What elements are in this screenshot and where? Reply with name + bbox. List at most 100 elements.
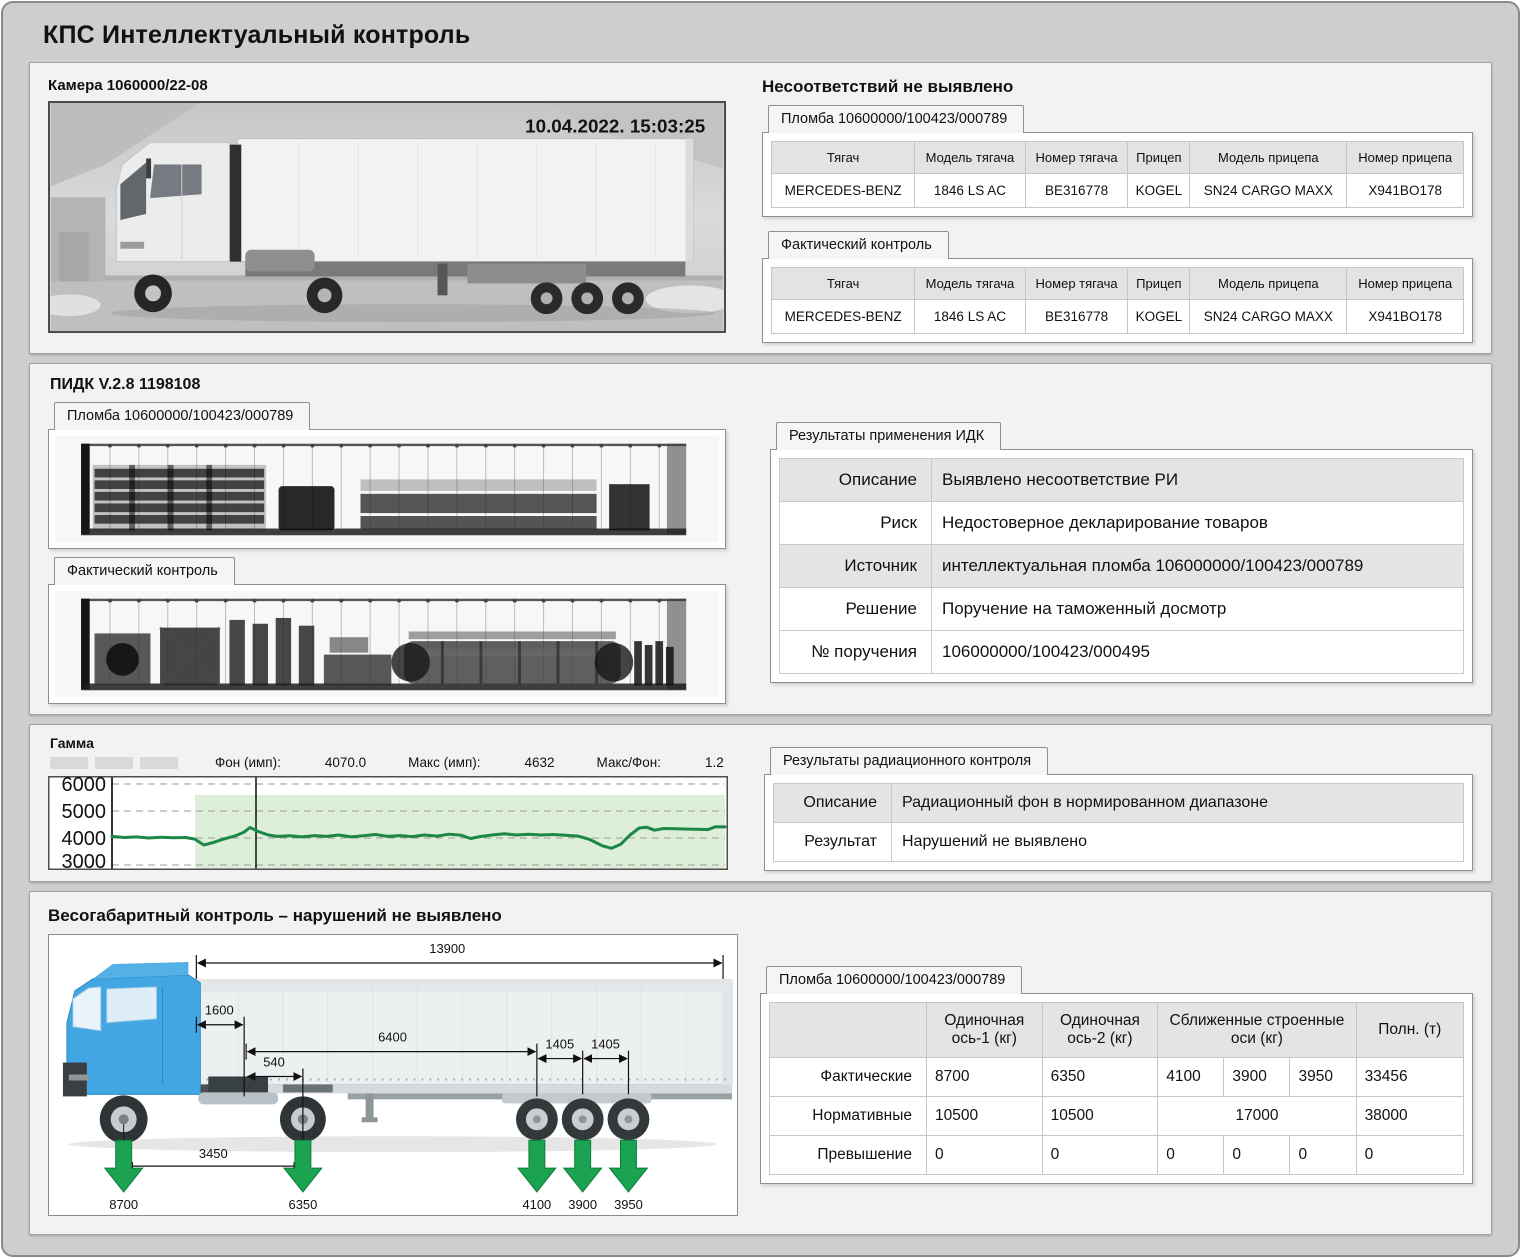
col-header: Номер тягача xyxy=(1025,142,1128,174)
table-row: Описание Радиационный фон в нормированно… xyxy=(774,784,1464,823)
photo-timestamp: 10.04.2022. 15:03:25 xyxy=(525,116,705,137)
tab-xray-fact[interactable]: Фактический контроль xyxy=(54,557,235,585)
row-label: Фактические xyxy=(770,1058,927,1097)
cell: MERCEDES-BENZ xyxy=(772,300,915,334)
cell: 3900 xyxy=(1224,1058,1290,1097)
cell: 6350 xyxy=(1042,1058,1158,1097)
col-header-blank xyxy=(770,1003,927,1058)
cell: SN24 CARGO MAXX xyxy=(1190,174,1347,208)
weight-heading: Весогабаритный контроль – нарушений не в… xyxy=(48,906,1473,926)
cell: 4100 xyxy=(1158,1058,1224,1097)
truck-diagram: 13900 1600 6400 540 1405 1405 3450 xyxy=(48,934,738,1216)
xray-section: Пломба 10600000/100423/000789 xyxy=(48,402,754,704)
cell: X941BO178 xyxy=(1347,300,1464,334)
fact-vehicle-table-box: Тягач Модель тягача Номер тягача Прицеп … xyxy=(762,258,1473,343)
table-row: Фактические 8700 6350 4100 3900 3950 334… xyxy=(770,1058,1464,1097)
legend-swatch xyxy=(95,757,133,769)
cell: 0 xyxy=(1224,1136,1290,1175)
tab-radiation-results[interactable]: Результаты радиационного контроля xyxy=(770,747,1048,775)
ground-shadow xyxy=(69,1136,716,1152)
radiation-results-table: Описание Радиационный фон в нормированно… xyxy=(773,783,1464,862)
col-header: Прицеп xyxy=(1128,142,1190,174)
cell: 0 xyxy=(1290,1136,1356,1175)
row-label: Результат xyxy=(774,823,892,862)
ytick-label: 4000 xyxy=(62,828,107,850)
row-label: Риск xyxy=(780,502,932,545)
ytick-label: 5000 xyxy=(62,801,107,823)
col-header: Тягач xyxy=(772,142,915,174)
col-header: Номер прицепа xyxy=(1347,142,1464,174)
row-value: Нарушений не выявлено xyxy=(892,823,1464,862)
legend-value: 4070.0 xyxy=(325,755,366,770)
row-label: Превышение xyxy=(770,1136,927,1175)
weight-results-section: Пломба 10600000/100423/000789 Одиночная … xyxy=(760,966,1473,1216)
gamma-chart: 6000 5000 4000 3000 xyxy=(48,776,728,870)
col-header: Модель прицепа xyxy=(1190,268,1347,300)
gamma-panel: Гамма Фон (имп): 4070.0 Макс (имп): 4632… xyxy=(29,724,1492,882)
col-header: Модель тягача xyxy=(915,142,1025,174)
cell: 10500 xyxy=(926,1097,1042,1136)
cell: 38000 xyxy=(1356,1097,1463,1136)
cell: 0 xyxy=(1356,1136,1463,1175)
xray-fact-tabbox: Фактический контроль xyxy=(48,557,754,704)
legend-value: 4632 xyxy=(525,755,555,770)
radiation-results-section: Результаты радиационного контроля Описан… xyxy=(764,747,1473,869)
seal-vehicle-tabbox: Пломба 10600000/100423/000789 Тягач Моде… xyxy=(762,105,1473,217)
table-row: Описание Выявлено несоответствие РИ xyxy=(780,459,1464,502)
col-header: Модель прицепа xyxy=(1190,142,1347,174)
table-row: Превышение 0 0 0 0 0 0 xyxy=(770,1136,1464,1175)
table-row: MERCEDES-BENZ 1846 LS AC BE316778 KOGEL … xyxy=(772,174,1464,208)
page-title: КПС Интеллектуальный контроль xyxy=(43,21,1492,50)
legend-label: Макс (имп): xyxy=(408,755,480,770)
dim-mid: 6400 xyxy=(378,1030,407,1045)
col-header: Номер прицепа xyxy=(1347,268,1464,300)
row-value: Поручение на таможенный досмотр xyxy=(932,588,1464,631)
load-label: 6350 xyxy=(289,1197,318,1212)
pidk-heading: ПИДК V.2.8 1198108 xyxy=(50,376,1473,394)
pidk-panel: ПИДК V.2.8 1198108 Пломба 10600000/10042… xyxy=(29,363,1492,715)
gamma-legend: Фон (имп): 4070.0 Макс (имп): 4632 Макс/… xyxy=(50,754,748,771)
cell: X941BO178 xyxy=(1347,174,1464,208)
col-header: Номер тягача xyxy=(1025,268,1128,300)
gamma-heading: Гамма xyxy=(50,735,748,751)
col-header: Полн. (т) xyxy=(1356,1003,1463,1058)
cell: 3950 xyxy=(1290,1058,1356,1097)
cell: 1846 LS AC xyxy=(915,300,1025,334)
fact-vehicle-table: Тягач Модель тягача Номер тягача Прицеп … xyxy=(771,267,1464,334)
legend-value: 1.2 xyxy=(705,755,724,770)
cell: 17000 xyxy=(1158,1097,1356,1136)
col-header: Модель тягача xyxy=(915,268,1025,300)
tab-seal[interactable]: Пломба 10600000/100423/000789 xyxy=(768,105,1024,133)
ytick-label: 3000 xyxy=(62,851,107,870)
row-value: 106000000/100423/000495 xyxy=(932,631,1464,674)
row-label: № поручения xyxy=(780,631,932,674)
cell: 33456 xyxy=(1356,1058,1463,1097)
cell: 1846 LS AC xyxy=(915,174,1025,208)
tab-weight-seal[interactable]: Пломба 10600000/100423/000789 xyxy=(766,966,1022,994)
tab-fact-control[interactable]: Фактический контроль xyxy=(768,231,949,259)
ytick-label: 6000 xyxy=(62,776,107,796)
camera-results-section: Несоответствий не выявлено Пломба 106000… xyxy=(762,75,1473,341)
cell: BE316778 xyxy=(1025,300,1128,334)
table-row: Риск Недостоверное декларирование товаро… xyxy=(780,502,1464,545)
camera-heading: Камера 1060000/22-08 xyxy=(48,77,740,94)
camera-panel: Камера 1060000/22-08 xyxy=(29,62,1492,354)
table-row: Нормативные 10500 10500 17000 38000 xyxy=(770,1097,1464,1136)
tab-idk-results[interactable]: Результаты применения ИДК xyxy=(776,422,1001,450)
col-header: Сближенные строенные оси (кг) xyxy=(1158,1003,1356,1058)
row-value: Недостоверное декларирование товаров xyxy=(932,502,1464,545)
dim-axle: 3450 xyxy=(199,1146,228,1161)
idk-results-section: Результаты применения ИДК Описание Выявл… xyxy=(770,422,1473,704)
col-header: Одиночная ось-1 (кг) xyxy=(926,1003,1042,1058)
fact-vehicle-tabbox: Фактический контроль Тягач Модель тягача… xyxy=(762,231,1473,343)
cell: 0 xyxy=(1158,1136,1224,1175)
row-value: Радиационный фон в нормированном диапазо… xyxy=(892,784,1464,823)
col-header: Прицеп xyxy=(1128,268,1190,300)
cell: KOGEL xyxy=(1128,174,1190,208)
table-row: № поручения 106000000/100423/000495 xyxy=(780,631,1464,674)
legend-swatch xyxy=(140,757,178,769)
xray-image-fact xyxy=(55,591,719,697)
table-row: Источник интеллектуальная пломба 1060000… xyxy=(780,545,1464,588)
weight-table: Одиночная ось-1 (кг) Одиночная ось-2 (кг… xyxy=(769,1002,1464,1175)
tab-xray-seal[interactable]: Пломба 10600000/100423/000789 xyxy=(54,402,310,430)
